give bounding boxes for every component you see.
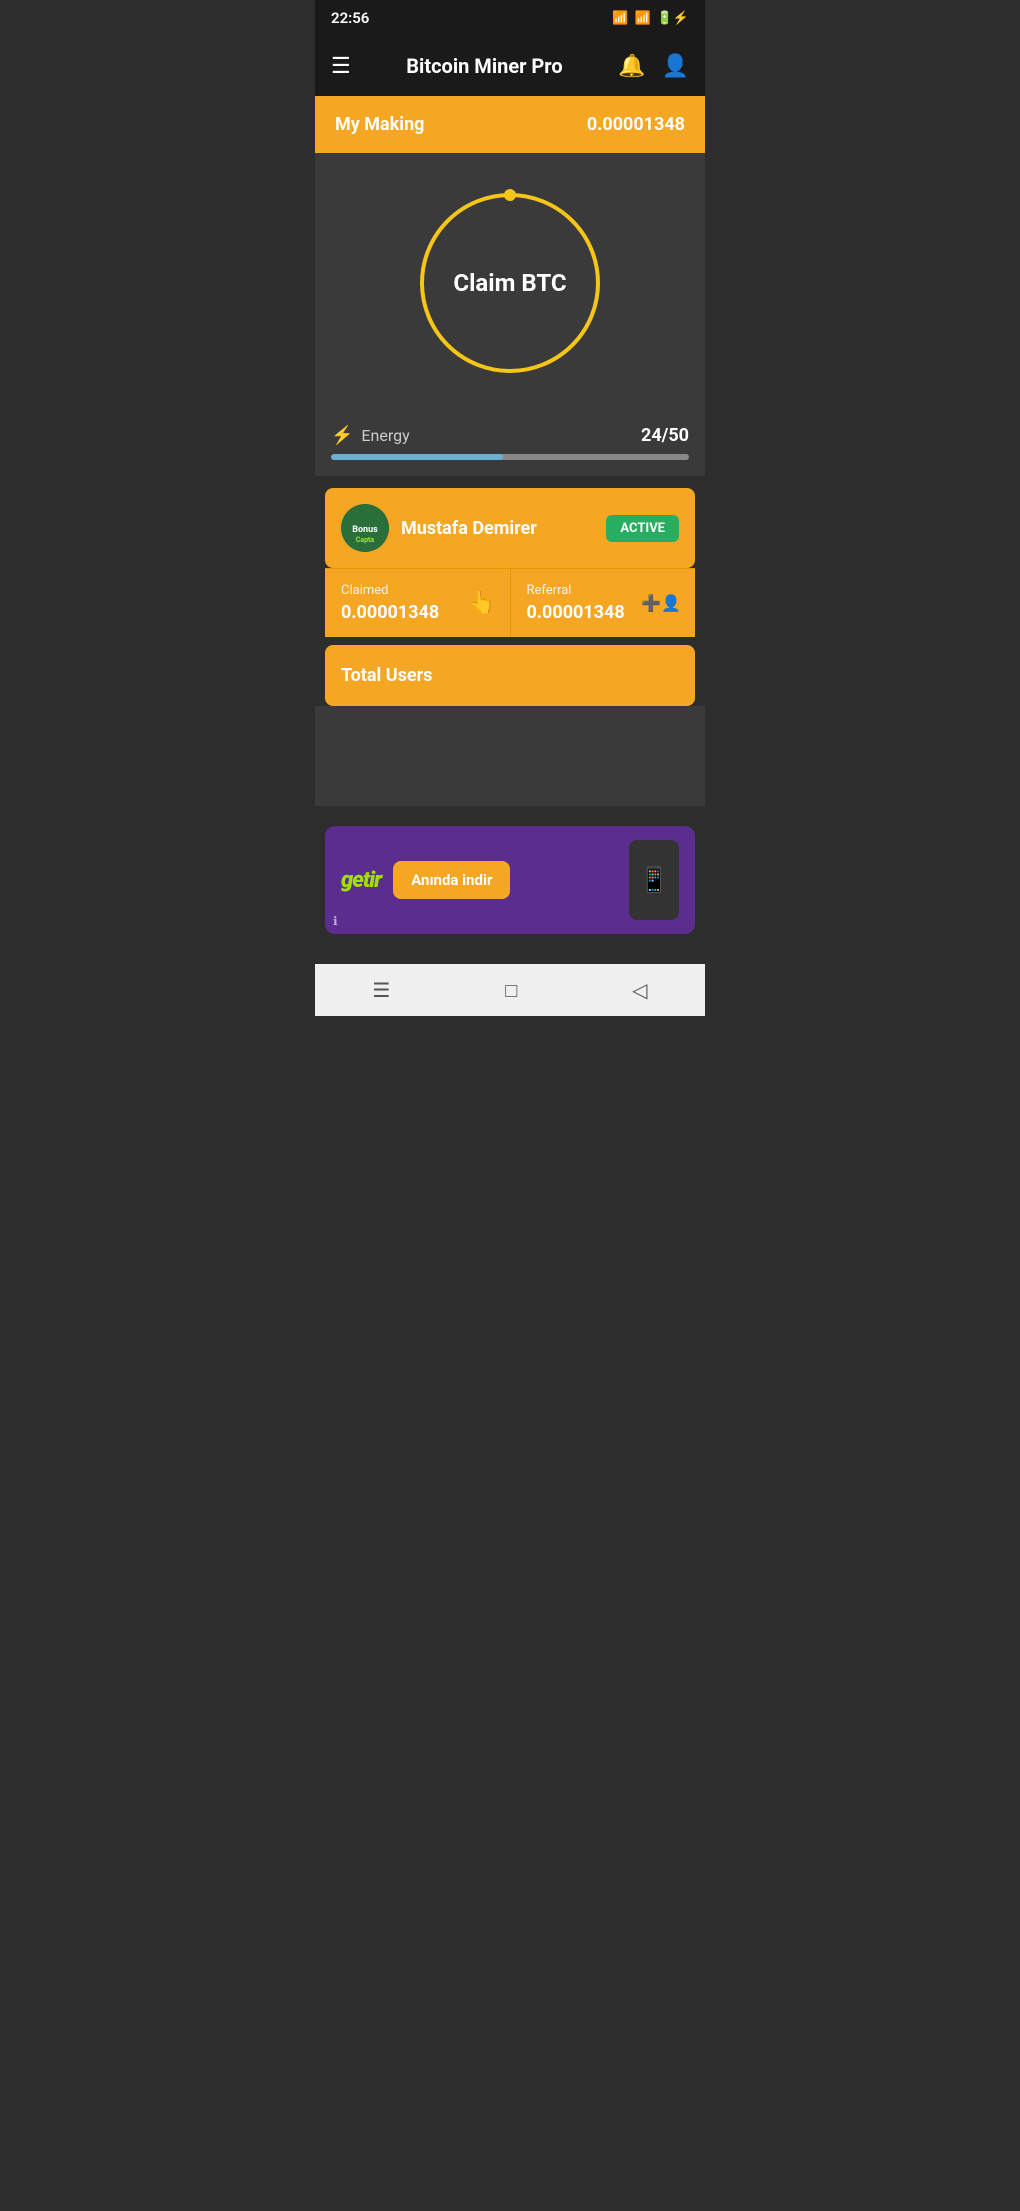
app-title: Bitcoin Miner Pro bbox=[367, 54, 602, 78]
bell-icon[interactable]: 🔔 bbox=[618, 54, 645, 79]
claim-section: Claim BTC bbox=[315, 153, 705, 413]
svg-text:Capta: Capta bbox=[356, 536, 375, 544]
claimed-icon: 👆 bbox=[468, 591, 495, 616]
svg-text:Bonus: Bonus bbox=[352, 525, 378, 535]
my-making-label: My Making bbox=[335, 114, 424, 135]
lightning-icon: ⚡ bbox=[331, 425, 353, 446]
my-making-value: 0.00001348 bbox=[587, 114, 685, 135]
energy-header: ⚡ Energy 24/50 bbox=[331, 425, 689, 446]
ad-banner[interactable]: getir Anında indir 📱 ℹ bbox=[325, 826, 695, 934]
getir-button[interactable]: Anında indir bbox=[393, 861, 510, 899]
ad-left: getir Anında indir bbox=[341, 861, 510, 899]
user-name: Mustafa Demirer bbox=[401, 518, 537, 539]
total-users-banner: Total Users bbox=[325, 645, 695, 706]
my-making-banner: My Making 0.00001348 bbox=[315, 96, 705, 153]
menu-icon[interactable]: ☰ bbox=[331, 54, 351, 79]
claimed-stat-cell: Claimed 0.00001348 👆 bbox=[325, 569, 511, 637]
bottom-nav-home[interactable]: □ bbox=[505, 978, 517, 1003]
wifi-icon: 📶 bbox=[612, 11, 628, 26]
energy-bar-background bbox=[331, 454, 689, 460]
status-bar: 22:56 📶 📶 🔋⚡ bbox=[315, 0, 705, 36]
status-time: 22:56 bbox=[331, 9, 369, 27]
spacer bbox=[315, 706, 705, 726]
ad-info-icon: ℹ bbox=[333, 914, 338, 928]
energy-section: ⚡ Energy 24/50 bbox=[315, 413, 705, 476]
bottom-nav: ☰ □ ◁ bbox=[315, 964, 705, 1016]
energy-value: 24/50 bbox=[641, 425, 689, 446]
energy-label: Energy bbox=[361, 426, 409, 445]
claim-btc-text: Claim BTC bbox=[453, 269, 566, 297]
content-spacer bbox=[315, 726, 705, 806]
claim-btc-button[interactable]: Claim BTC bbox=[420, 193, 600, 373]
user-avatar: Bonus Capta bbox=[341, 504, 389, 552]
claim-circle-container: Claim BTC bbox=[420, 193, 600, 373]
signal-icon: 📶 bbox=[634, 11, 650, 26]
bottom-nav-back[interactable]: ◁ bbox=[632, 978, 647, 1002]
app-bar-icons: 🔔 👤 bbox=[618, 54, 689, 79]
user-icon[interactable]: 👤 bbox=[662, 54, 689, 79]
status-icons: 📶 📶 🔋⚡ bbox=[612, 11, 689, 26]
energy-left: ⚡ Energy bbox=[331, 425, 410, 446]
app-bar: ☰ Bitcoin Miner Pro 🔔 👤 bbox=[315, 36, 705, 96]
ad-phone-image: 📱 bbox=[629, 840, 679, 920]
referral-stat-cell: Referral 0.00001348 ➕👤 bbox=[511, 569, 696, 637]
stats-row: Claimed 0.00001348 👆 Referral 0.00001348… bbox=[325, 568, 695, 637]
getir-logo: getir bbox=[341, 868, 381, 893]
referral-icon[interactable]: ➕👤 bbox=[641, 594, 681, 613]
total-users-label: Total Users bbox=[341, 665, 432, 686]
energy-bar-fill bbox=[331, 454, 503, 460]
active-badge: ACTIVE bbox=[606, 515, 679, 542]
battery-icon: 🔋⚡ bbox=[657, 11, 689, 26]
user-card: Bonus Capta Mustafa Demirer ACTIVE bbox=[325, 488, 695, 568]
user-card-left: Bonus Capta Mustafa Demirer bbox=[341, 504, 537, 552]
bottom-nav-menu[interactable]: ☰ bbox=[372, 978, 390, 1002]
